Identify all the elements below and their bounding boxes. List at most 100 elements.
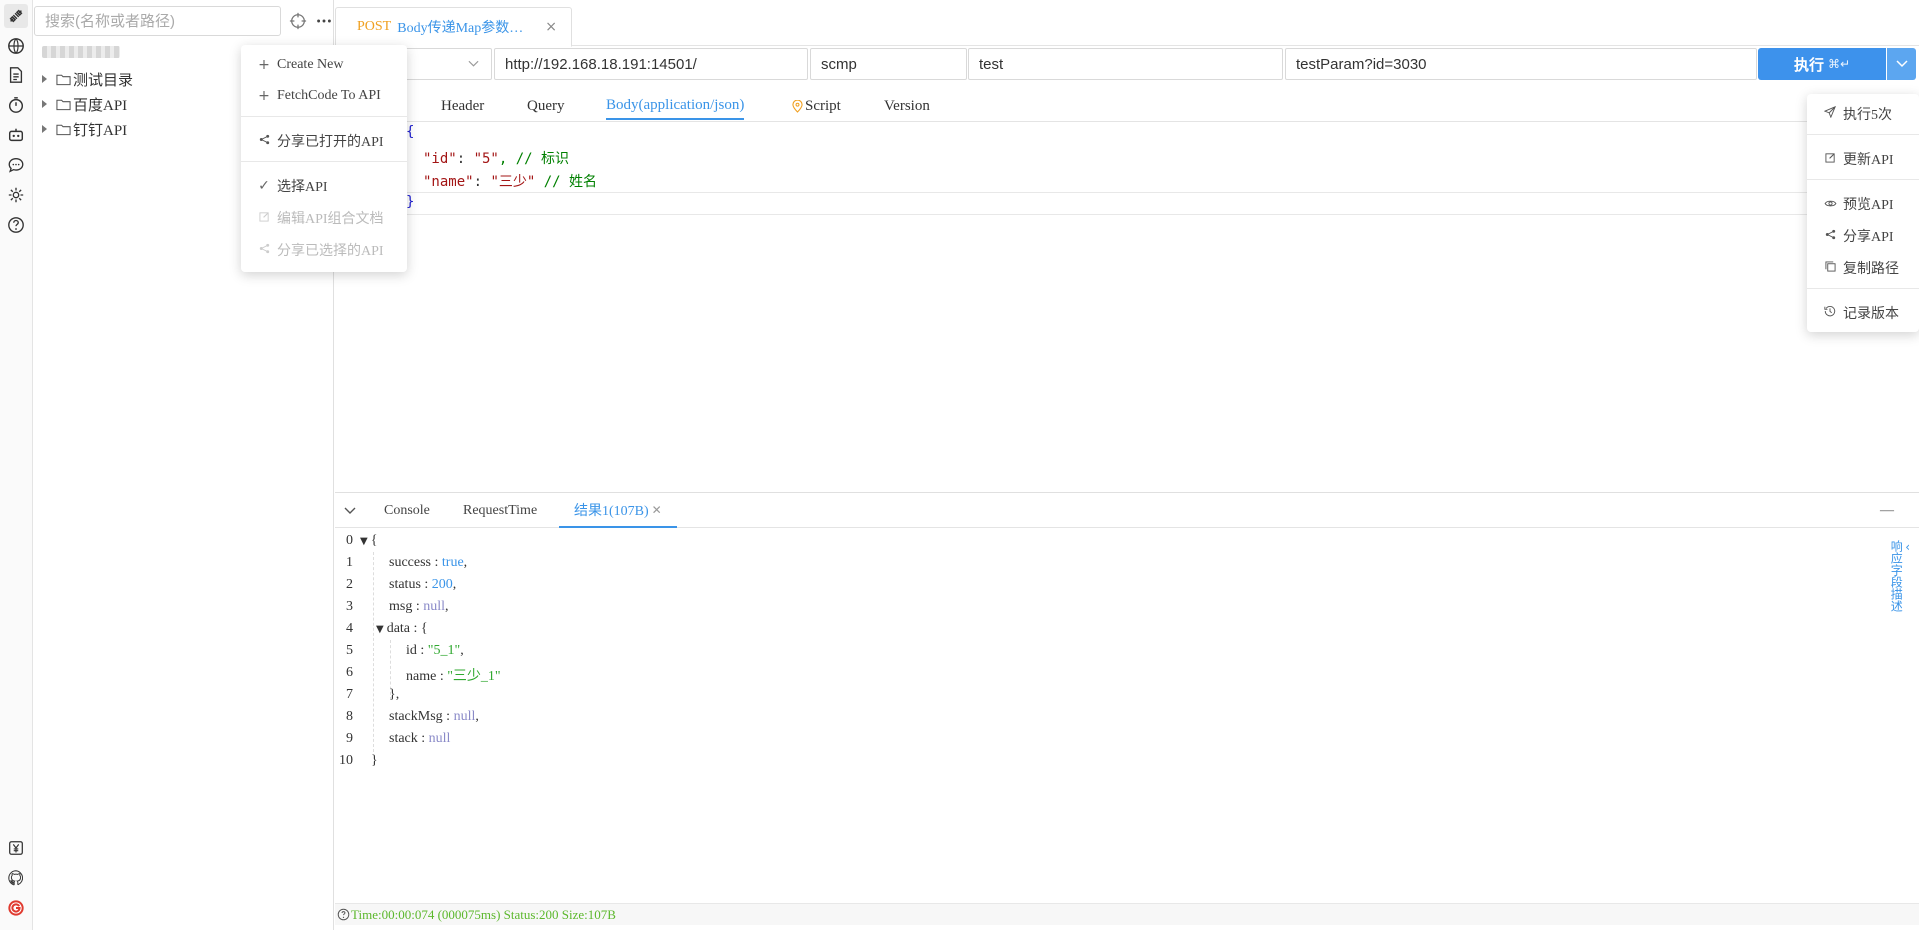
tab-query[interactable]: Query	[527, 92, 565, 120]
menu-item-record-version[interactable]: 记录版本	[1807, 300, 1919, 326]
module-field[interactable]: scmp	[810, 48, 967, 80]
chat-icon[interactable]	[4, 153, 28, 177]
json-row: success : true,	[389, 555, 468, 570]
menu-item-create-new[interactable]: + Create New	[241, 52, 407, 78]
document-icon[interactable]	[4, 63, 28, 87]
collapse-panel-button[interactable]	[344, 493, 356, 528]
body-line-name[interactable]: "name": "三少" // 姓名	[423, 171, 597, 191]
share-icon	[257, 133, 271, 149]
check-icon: ✓	[258, 178, 270, 194]
json-value: "5_1"	[427, 643, 461, 658]
menu-item-share-opened[interactable]: 分享已打开的API	[241, 128, 407, 154]
json-root-open[interactable]: ▼{	[360, 533, 377, 549]
method-select[interactable]	[392, 48, 492, 80]
search-input[interactable]	[34, 6, 281, 36]
json-row: status : 200,	[389, 577, 457, 592]
close-tab-icon[interactable]: ×	[545, 19, 557, 35]
robot-icon[interactable]	[4, 123, 28, 147]
tab-version[interactable]: Version	[884, 92, 930, 120]
menu-item-label: Create New	[277, 57, 344, 72]
expand-caret-icon[interactable]	[42, 125, 47, 133]
yen-icon[interactable]	[4, 836, 28, 860]
menu-divider	[241, 116, 407, 117]
icon-rail	[0, 0, 33, 930]
json-value: "三少_1"	[447, 669, 501, 684]
tab-script[interactable]: Script	[792, 92, 841, 120]
indent-guide	[373, 552, 374, 752]
menu-item-edit-doc: 编辑API组合文档	[241, 205, 407, 231]
body-close-brace: }	[406, 194, 415, 210]
menu-item-preview-api[interactable]: 预览API	[1807, 191, 1919, 217]
api-plug-icon[interactable]	[4, 4, 28, 28]
execute-dropdown-button[interactable]	[1887, 48, 1916, 80]
json-colon: :	[473, 174, 491, 190]
json-value: "三少"	[490, 174, 536, 190]
help-icon[interactable]	[337, 908, 350, 921]
side-label: 响应字段描述	[1889, 540, 1904, 612]
tab-result-1-label: 结果1(107B)	[574, 503, 649, 519]
menu-item-label: 记录版本	[1843, 307, 1899, 322]
chevron-down-icon	[468, 60, 479, 67]
menu-item-fetchcode[interactable]: + FetchCode To API	[241, 83, 407, 109]
response-field-description-toggle[interactable]: ‹ 响应字段描述	[1889, 540, 1910, 612]
json-value: null	[428, 731, 451, 746]
github-icon[interactable]	[4, 866, 28, 890]
menu-item-label: 选择API	[277, 180, 328, 195]
json-key: status	[389, 577, 421, 592]
collapse-triangle-icon[interactable]: ▼	[376, 624, 384, 635]
json-value: null	[453, 709, 476, 724]
json-row: },	[389, 687, 400, 702]
minimize-panel-button[interactable]: —	[1880, 493, 1894, 528]
json-key: name	[406, 669, 437, 684]
status-bar: Time:00:00:074 (000075ms) Status:200 Siz…	[335, 903, 1919, 925]
open-api-tab[interactable]: POST Body传递Map参数… ×	[335, 7, 572, 47]
body-line-id[interactable]: "id": "5", // 标识	[423, 148, 569, 168]
tree-folder[interactable]: 百度API	[42, 93, 127, 115]
module-value: scmp	[821, 55, 857, 73]
json-row[interactable]: ▼ data : {	[376, 621, 428, 637]
document-tab-bar	[335, 0, 1919, 46]
expand-caret-icon[interactable]	[42, 75, 47, 83]
line-number: 0	[346, 533, 353, 548]
folder-icon	[56, 99, 71, 110]
menu-item-share-api[interactable]: 分享API	[1807, 223, 1919, 249]
help-icon[interactable]	[4, 213, 28, 237]
locate-crosshair-icon[interactable]	[287, 10, 309, 32]
expand-caret-icon[interactable]	[42, 100, 47, 108]
controller-field[interactable]: test	[968, 48, 1283, 80]
execute-button[interactable]: 执行 ⌘↵	[1758, 48, 1886, 80]
tab-body[interactable]: Body(application/json)	[606, 92, 745, 120]
current-line-bottom	[335, 214, 1919, 215]
json-row: msg : null,	[389, 599, 449, 614]
base-url-field[interactable]: http://192.168.18.191:14501/	[494, 48, 808, 80]
json-key: "name"	[423, 174, 474, 190]
settings-gear-icon[interactable]	[4, 183, 28, 207]
tab-request-time[interactable]: RequestTime	[463, 493, 537, 528]
menu-divider	[241, 161, 407, 162]
tab-header[interactable]: Header	[441, 92, 484, 120]
menu-item-copy-path[interactable]: 复制路径	[1807, 255, 1919, 281]
menu-item-execute-5[interactable]: 执行5次	[1807, 101, 1919, 127]
tab-result-1[interactable]: 结果1(107B) ✕	[559, 493, 677, 528]
path-field[interactable]: testParam?id=3030	[1285, 48, 1757, 80]
globe-icon[interactable]	[4, 34, 28, 58]
timer-icon[interactable]	[4, 93, 28, 117]
workspace-name-blurred	[42, 46, 120, 58]
line-number: 6	[346, 665, 353, 680]
tab-console[interactable]: Console	[384, 493, 430, 528]
status-text: Time:00:00:074 (000075ms) Status:200 Siz…	[351, 906, 616, 922]
brand-g-icon[interactable]	[4, 896, 28, 920]
menu-item-update-api[interactable]: 更新API	[1807, 146, 1919, 172]
more-options-icon[interactable]	[313, 10, 335, 32]
menu-item-label: 编辑API组合文档	[277, 212, 384, 227]
json-key: data	[386, 621, 411, 636]
menu-item-select-api[interactable]: ✓ 选择API	[241, 173, 407, 199]
tree-folder-label: 百度API	[73, 97, 128, 114]
close-tab-icon[interactable]: ✕	[652, 503, 662, 517]
tree-folder[interactable]: 测试目录	[42, 68, 133, 90]
execute-label: 执行	[1793, 55, 1824, 74]
tree-folder[interactable]: 钉钉API	[42, 118, 127, 140]
execute-shortcut: ⌘↵	[1827, 57, 1851, 71]
collapse-triangle-icon[interactable]: ▼	[360, 536, 368, 547]
json-value: "5"	[473, 151, 499, 167]
